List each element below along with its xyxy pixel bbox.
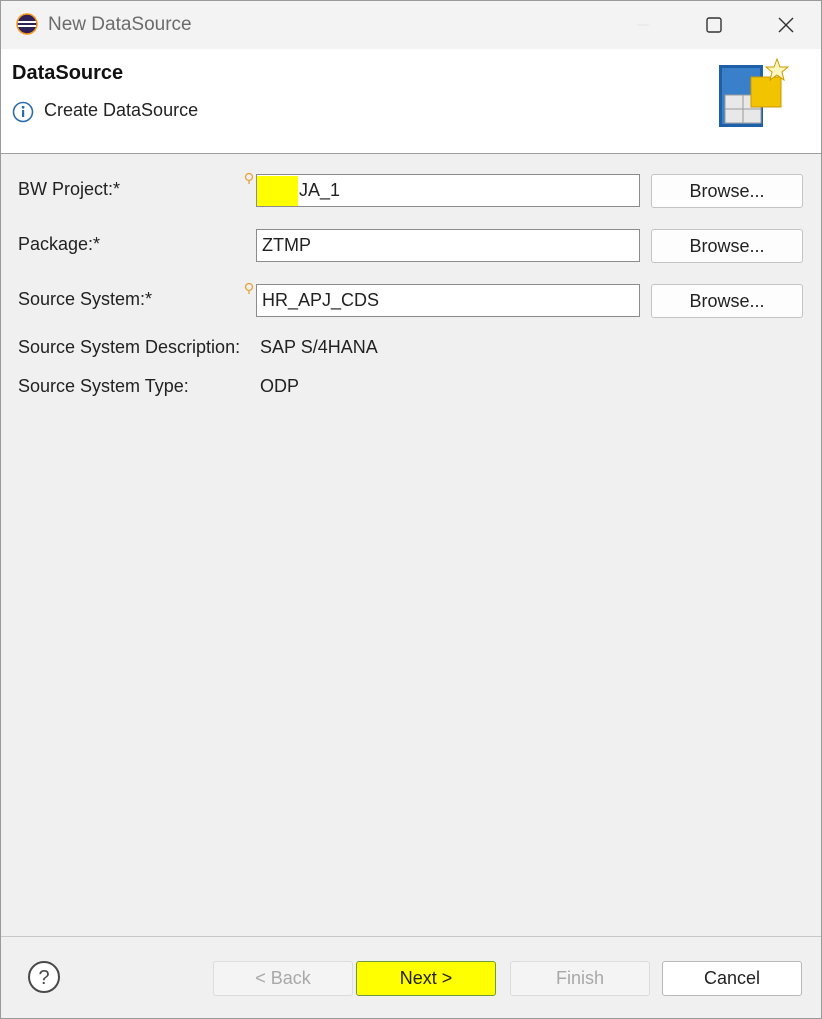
source-system-description-label: Source System Description: bbox=[18, 337, 241, 357]
content-assist-bulb-icon bbox=[244, 172, 254, 184]
close-icon bbox=[778, 17, 794, 33]
source-system-type-label: Source System Type: bbox=[18, 376, 189, 396]
close-button[interactable] bbox=[766, 9, 806, 41]
bw-project-label: BW Project:* bbox=[18, 179, 121, 199]
back-button[interactable]: < Back bbox=[213, 961, 353, 996]
minimize-button[interactable] bbox=[623, 9, 663, 41]
info-icon bbox=[12, 101, 34, 123]
source-system-label: Source System:* bbox=[18, 289, 153, 309]
page-subtitle: Create DataSource bbox=[44, 100, 199, 120]
source-system-field[interactable]: HR_APJ_CDS bbox=[256, 284, 640, 317]
cancel-button[interactable]: Cancel bbox=[662, 961, 802, 996]
wizard-header: DataSource Create DataSource bbox=[1, 49, 821, 154]
source-system-description-value: SAP S/4HANA bbox=[260, 337, 378, 357]
next-button[interactable]: Next > bbox=[356, 961, 496, 996]
redaction-highlight bbox=[257, 176, 298, 206]
svg-text:?: ? bbox=[38, 967, 49, 989]
window-title: New DataSource bbox=[48, 14, 192, 35]
datasource-wizard-graphic-icon bbox=[719, 57, 790, 127]
content-assist-bulb-icon bbox=[244, 282, 254, 294]
page-title: DataSource bbox=[12, 62, 124, 84]
footer-divider bbox=[1, 936, 821, 937]
package-label: Package:* bbox=[18, 234, 101, 254]
browse-source-system-button[interactable]: Browse... bbox=[651, 284, 803, 318]
new-datasource-dialog: New DataSource DataSource Create DataSou… bbox=[0, 0, 822, 1019]
minimize-icon bbox=[637, 24, 649, 26]
bw-project-field[interactable]: JA_1 bbox=[256, 174, 640, 207]
package-field[interactable]: ZTMP bbox=[256, 229, 640, 262]
title-bar: New DataSource bbox=[1, 1, 821, 49]
source-system-type-value: ODP bbox=[260, 376, 300, 396]
eclipse-app-icon bbox=[16, 13, 38, 35]
browse-package-button[interactable]: Browse... bbox=[651, 229, 803, 263]
help-icon[interactable]: ? bbox=[27, 960, 61, 994]
browse-bw-project-button[interactable]: Browse... bbox=[651, 174, 803, 208]
maximize-icon bbox=[706, 17, 722, 33]
maximize-button[interactable] bbox=[694, 9, 734, 41]
finish-button[interactable]: Finish bbox=[510, 961, 650, 996]
